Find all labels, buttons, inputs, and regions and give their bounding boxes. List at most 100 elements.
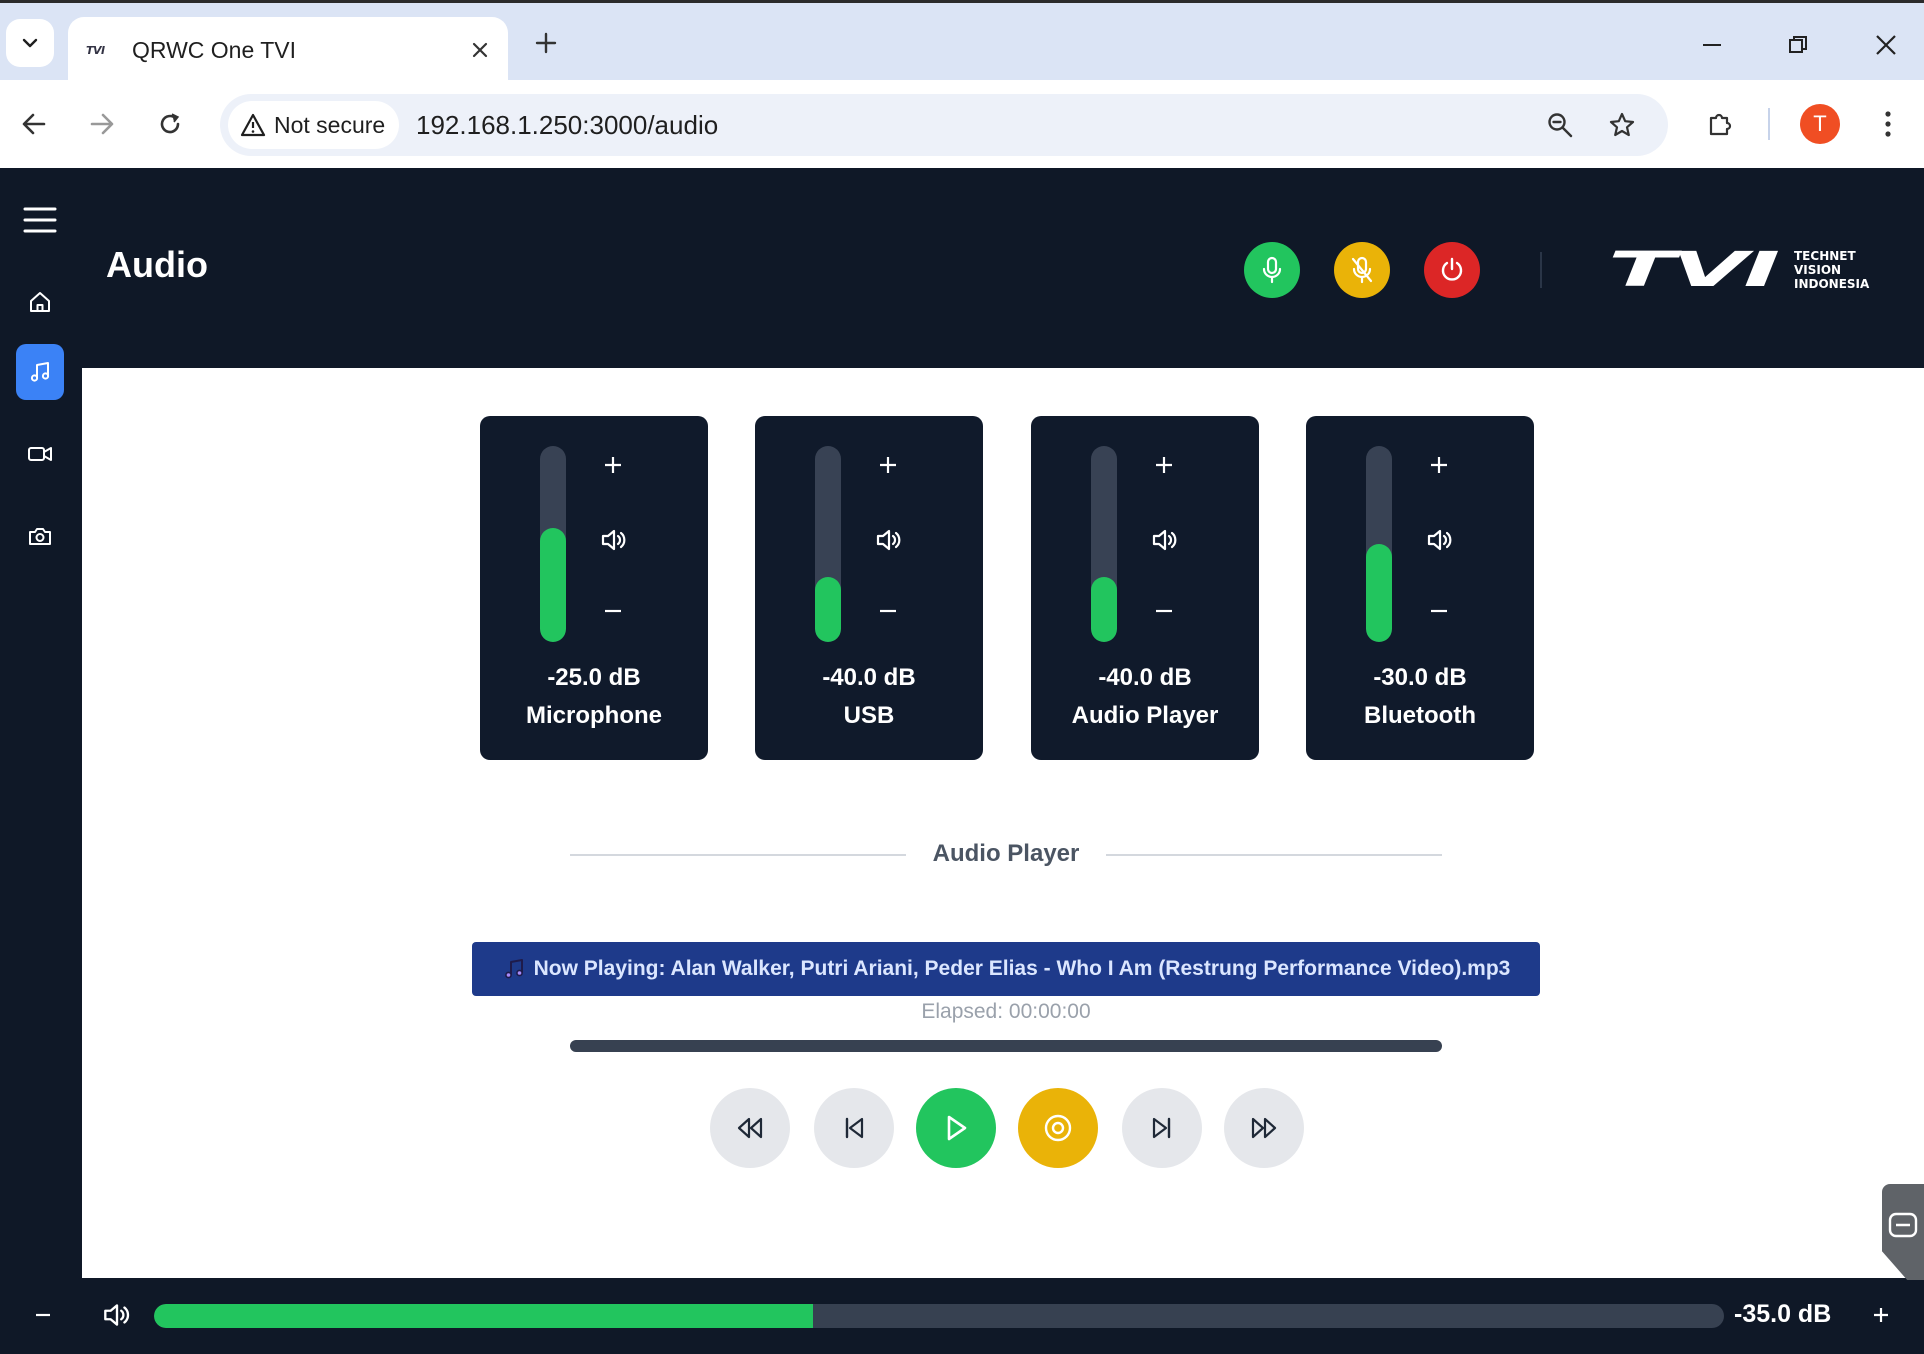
forward-button[interactable] bbox=[82, 104, 122, 144]
profile-avatar[interactable]: T bbox=[1800, 104, 1840, 144]
plus-icon bbox=[1431, 457, 1447, 473]
arrow-right-icon bbox=[90, 113, 114, 135]
fast-forward-button[interactable] bbox=[1224, 1088, 1304, 1168]
channel-mute-button[interactable] bbox=[1424, 524, 1456, 556]
arrow-left-icon bbox=[22, 113, 46, 135]
music-note-icon bbox=[504, 959, 523, 979]
speaker-icon bbox=[1152, 529, 1177, 551]
page-title: Audio bbox=[106, 244, 208, 285]
toolbar-divider bbox=[1768, 108, 1770, 140]
minus-icon bbox=[1431, 609, 1447, 613]
minimize-window-button[interactable] bbox=[1692, 25, 1732, 65]
plus-icon bbox=[880, 457, 896, 473]
master-volume-slider[interactable] bbox=[154, 1304, 1724, 1328]
bookmark-button[interactable] bbox=[1602, 105, 1642, 145]
new-tab-button[interactable] bbox=[530, 27, 562, 59]
star-icon bbox=[1609, 112, 1635, 137]
elapsed-time: Elapsed: 00:00:00 bbox=[921, 1000, 1091, 1023]
section-title: Audio Player bbox=[932, 840, 1080, 867]
reload-button[interactable] bbox=[150, 104, 190, 144]
master-volume-up-button[interactable] bbox=[1866, 1300, 1896, 1330]
sidebar-item-video[interactable] bbox=[16, 430, 64, 478]
channel-volume-up-button[interactable] bbox=[1424, 450, 1454, 480]
browser-tab[interactable]: TVI QRWC One TVI bbox=[68, 17, 508, 83]
browser-toolbar: Not secure 192.168.1.250:3000/audio T bbox=[0, 80, 1924, 168]
channel-db-value: -40.0 dB bbox=[1098, 664, 1192, 691]
stop-button[interactable] bbox=[1018, 1088, 1098, 1168]
speaker-icon bbox=[876, 529, 901, 551]
mic-mute-button[interactable] bbox=[1334, 242, 1390, 298]
sidebar-item-camera[interactable] bbox=[16, 512, 64, 560]
sidebar bbox=[0, 168, 82, 1278]
restore-icon bbox=[1789, 36, 1807, 53]
puzzle-icon bbox=[1709, 113, 1732, 136]
channel-name: Microphone bbox=[526, 702, 662, 729]
audio-player-section-header: Audio Player bbox=[570, 836, 1442, 872]
zoom-button[interactable] bbox=[1540, 105, 1580, 145]
channel-volume-down-button[interactable] bbox=[598, 596, 628, 626]
channel-mute-button[interactable] bbox=[873, 524, 905, 556]
next-track-button[interactable] bbox=[1122, 1088, 1202, 1168]
address-bar[interactable]: Not secure 192.168.1.250:3000/audio bbox=[220, 94, 1668, 156]
channel-fader[interactable] bbox=[1091, 446, 1117, 642]
speaker-icon bbox=[104, 1304, 130, 1326]
master-volume-fill bbox=[154, 1304, 814, 1328]
sidebar-item-audio[interactable] bbox=[16, 344, 64, 400]
channel-volume-down-button[interactable] bbox=[1149, 596, 1179, 626]
video-camera-icon bbox=[28, 447, 52, 461]
channel-fader[interactable] bbox=[540, 446, 566, 642]
channel-card-bluetooth: -30.0 dB Bluetooth bbox=[1306, 416, 1534, 760]
channel-name: Audio Player bbox=[1071, 702, 1219, 729]
minus-icon bbox=[880, 609, 896, 613]
channel-mute-button[interactable] bbox=[598, 524, 630, 556]
tab-search-button[interactable] bbox=[6, 19, 54, 67]
channel-name: USB bbox=[843, 702, 895, 729]
channel-db-value: -30.0 dB bbox=[1373, 664, 1467, 691]
channel-volume-down-button[interactable] bbox=[1424, 596, 1454, 626]
warning-triangle-icon bbox=[240, 113, 266, 137]
back-button[interactable] bbox=[14, 104, 54, 144]
skip-previous-icon bbox=[845, 1117, 864, 1139]
channel-name: Bluetooth bbox=[1364, 702, 1476, 729]
app-root: Audio TVI TECHNET VISION INDONESIA -25.0… bbox=[0, 168, 1924, 1354]
tab-close-icon[interactable] bbox=[470, 40, 490, 60]
minus-icon bbox=[36, 1313, 50, 1317]
home-icon bbox=[30, 292, 50, 312]
hamburger-icon bbox=[23, 207, 57, 233]
browser-menu-button[interactable] bbox=[1868, 104, 1908, 144]
reload-icon bbox=[160, 113, 180, 134]
channel-fader[interactable] bbox=[1366, 446, 1392, 642]
play-button[interactable] bbox=[916, 1088, 996, 1168]
rewind-button[interactable] bbox=[710, 1088, 790, 1168]
master-mute-button[interactable] bbox=[100, 1298, 134, 1332]
master-volume-down-button[interactable] bbox=[28, 1300, 58, 1330]
restore-window-button[interactable] bbox=[1778, 25, 1818, 65]
plus-icon bbox=[605, 457, 621, 473]
channel-db-value: -40.0 dB bbox=[822, 664, 916, 691]
extensions-button[interactable] bbox=[1700, 104, 1740, 144]
close-window-button[interactable] bbox=[1866, 25, 1906, 65]
channel-fader[interactable] bbox=[815, 446, 841, 642]
sidebar-item-home[interactable] bbox=[16, 278, 64, 326]
channel-volume-down-button[interactable] bbox=[873, 596, 903, 626]
previous-track-button[interactable] bbox=[814, 1088, 894, 1168]
sidebar-menu-toggle[interactable] bbox=[16, 196, 64, 244]
minus-icon bbox=[605, 609, 621, 613]
mic-on-button[interactable] bbox=[1244, 242, 1300, 298]
microphone-off-icon bbox=[1351, 256, 1373, 284]
channel-volume-up-button[interactable] bbox=[598, 450, 628, 480]
channel-level-fill bbox=[1366, 544, 1392, 642]
tvi-favicon-icon: TVI bbox=[86, 43, 105, 57]
security-indicator[interactable]: Not secure bbox=[228, 101, 400, 149]
logo-tagline-1: TECHNET bbox=[1794, 249, 1856, 263]
power-button[interactable] bbox=[1424, 242, 1480, 298]
playback-progress-bar[interactable] bbox=[570, 1040, 1442, 1052]
power-icon bbox=[1441, 257, 1463, 281]
channel-mute-button[interactable] bbox=[1149, 524, 1181, 556]
master-volume-bar: -35.0 dB bbox=[0, 1278, 1924, 1354]
minimize-icon bbox=[1703, 44, 1721, 46]
channel-volume-up-button[interactable] bbox=[873, 450, 903, 480]
channel-volume-up-button[interactable] bbox=[1149, 450, 1179, 480]
url-text[interactable]: 192.168.1.250:3000/audio bbox=[416, 94, 718, 156]
channel-level-fill bbox=[815, 577, 841, 642]
